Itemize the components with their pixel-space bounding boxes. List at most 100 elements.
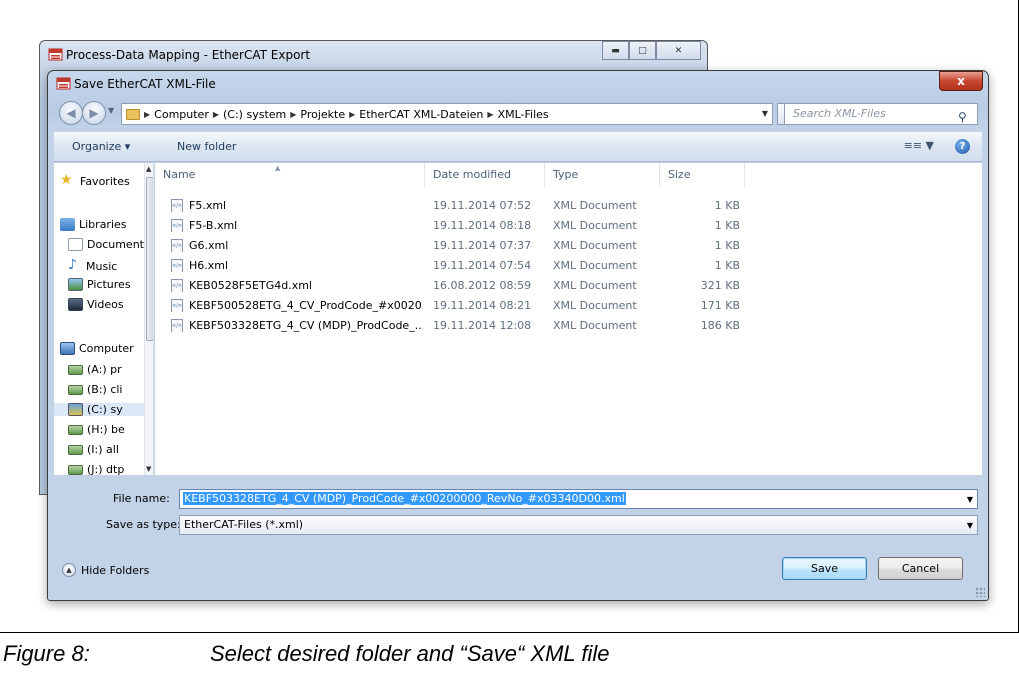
column-header-size[interactable]: Size [660,163,745,187]
file-row[interactable]: </> KEBF500528ETG_4_CV_ProdCode_#x0020...… [155,296,982,316]
xml-file-icon: </> [171,319,183,332]
recent-locations-dropdown-icon[interactable]: ▼ [108,106,114,115]
chevron-right-icon[interactable]: ▶ [487,110,493,119]
chevron-down-icon[interactable]: ▼ [967,521,973,530]
file-type-cell: XML Document [553,279,637,292]
file-row[interactable]: </> F5.xml 19.11.2014 07:52 XML Document … [155,196,982,216]
folder-icon [126,108,140,120]
file-row[interactable]: </> G6.xml 19.11.2014 07:37 XML Document … [155,236,982,256]
file-type-cell: XML Document [553,239,637,252]
resize-grip-icon[interactable] [975,587,985,597]
nav-drive-a[interactable]: (A:) pr [68,363,122,376]
chevron-right-icon[interactable]: ▶ [349,110,355,119]
scroll-down-icon[interactable]: ▼ [146,465,151,473]
search-placeholder: Search XML-Files [793,107,886,120]
file-size-cell: 1 KB [714,259,740,272]
chevron-right-icon[interactable]: ▶ [213,110,219,119]
file-date-cell: 19.11.2014 08:18 [433,219,532,232]
nav-drive-j[interactable]: (J:) dtp [68,463,124,475]
nav-pictures[interactable]: Pictures [68,278,131,291]
nav-scrollbar[interactable]: ▲ ▼ [144,163,153,475]
organize-menu[interactable]: Organize ▾ [72,140,130,153]
close-button[interactable]: ✕ [656,41,701,60]
back-button[interactable]: ◀ [59,101,83,125]
change-view-icon[interactable]: ≡≡ ▼ [904,139,934,152]
file-type-cell: XML Document [553,319,637,332]
save-button[interactable]: Save [782,557,867,580]
scroll-up-icon[interactable]: ▲ [146,165,151,173]
file-name-cell: </> KEBF500528ETG_4_CV_ProdCode_#x0020... [171,299,423,312]
breadcrumb-ethercat-folder[interactable]: EtherCAT XML-Dateien [359,108,483,121]
file-size-cell: 186 KB [700,319,740,332]
network-drive-icon [68,384,83,395]
maximize-button[interactable]: □ [629,41,656,60]
cancel-button[interactable]: Cancel [878,557,963,580]
figure-caption: Figure 8: Select desired folder and “Sav… [0,636,1019,674]
nav-drive-h[interactable]: (H:) be [68,423,125,436]
hide-folders-toggle[interactable]: ▲ Hide Folders [62,563,149,577]
file-date-cell: 19.11.2014 12:08 [433,319,532,332]
save-type-label: Save as type: [106,518,181,531]
file-row[interactable]: </> KEB0528F5ETG4d.xml 16.08.2012 08:59 X… [155,276,982,296]
caption-label: Figure 8: [3,641,90,666]
minimize-button[interactable]: ▬ [602,41,629,60]
file-name-cell: </> G6.xml [171,239,229,252]
file-date-cell: 19.11.2014 07:37 [433,239,532,252]
xml-file-icon: </> [171,299,183,312]
search-input[interactable]: Search XML-Files ⚲ [784,103,978,125]
chevron-right-icon[interactable]: ▶ [144,110,150,119]
address-dropdown-icon[interactable]: ▼ [762,109,768,118]
file-row[interactable]: </> F5-B.xml 19.11.2014 08:18 XML Documen… [155,216,982,236]
forward-button[interactable]: ▶ [82,101,106,125]
dialog-close-button[interactable]: x [939,71,983,91]
chevron-right-icon[interactable]: ▶ [290,110,296,119]
caption-text: Select desired folder and “Save“ XML fil… [210,641,610,666]
address-bar[interactable]: ▶ Computer ▶ (C:) system ▶ Projekte ▶ Et… [121,103,773,125]
nav-favorites[interactable]: ★ Favorites [60,173,130,189]
file-date-cell: 19.11.2014 07:54 [433,259,532,272]
help-icon[interactable]: ? [955,139,970,154]
app-icon [56,77,71,90]
column-header-type[interactable]: Type [545,163,660,187]
file-name-input[interactable]: KEBF503328ETG_4_CV (MDP)_ProdCode_#x0020… [179,489,978,509]
file-row[interactable]: </> H6.xml 19.11.2014 07:54 XML Document … [155,256,982,276]
nav-videos[interactable]: Videos [68,298,124,311]
nav-computer[interactable]: Computer [60,342,134,355]
scrollbar-thumb[interactable] [146,177,153,341]
column-header-date[interactable]: Date modified [425,163,545,187]
nav-drive-b[interactable]: (B:) cli [68,383,123,396]
nav-documents[interactable]: Documents [68,238,150,251]
video-icon [68,298,83,311]
breadcrumb-drive[interactable]: (C:) system [223,108,286,121]
nav-libraries[interactable]: Libraries [60,218,127,231]
dialog-title: Save EtherCAT XML-File [74,77,216,91]
column-header-name[interactable]: Name ▲ [155,163,425,187]
nav-music[interactable]: ♪ Music [68,258,117,274]
breadcrumb-projekte[interactable]: Projekte [300,108,345,121]
search-icon[interactable]: ⚲ [958,107,972,124]
system-drive-icon [68,403,83,416]
computer-icon [60,342,75,355]
collapse-up-icon: ▲ [62,563,76,577]
save-dialog: Save EtherCAT XML-File x ◀ ▶ ▼ ▶ Compute… [47,70,989,601]
file-size-cell: 321 KB [700,279,740,292]
file-date-cell: 19.11.2014 07:52 [433,199,532,212]
breadcrumb-computer[interactable]: Computer [154,108,209,121]
file-name-cell: </> F5.xml [171,199,227,212]
toolbar: Organize ▾ New folder ≡≡ ▼ ? [54,132,982,162]
xml-file-icon: </> [171,279,183,292]
breadcrumb-xml-files[interactable]: XML-Files [498,108,549,121]
chevron-down-icon[interactable]: ▼ [967,495,973,504]
new-folder-button[interactable]: New folder [177,140,236,153]
file-name-label: File name: [113,492,170,505]
network-drive-icon [68,424,83,435]
xml-file-icon: </> [171,219,183,232]
network-drive-icon [68,364,83,375]
nav-drive-c[interactable]: (C:) sy [54,403,144,416]
file-size-cell: 1 KB [714,239,740,252]
nav-drive-i[interactable]: (I:) all [68,443,119,456]
file-row[interactable]: </> KEBF503328ETG_4_CV (MDP)_ProdCode_...… [155,316,982,336]
save-type-select[interactable]: EtherCAT-Files (*.xml) ▼ [179,515,978,535]
navigation-pane: ★ Favorites Libraries Documents ♪ Music … [54,163,154,475]
xml-file-icon: </> [171,199,183,212]
